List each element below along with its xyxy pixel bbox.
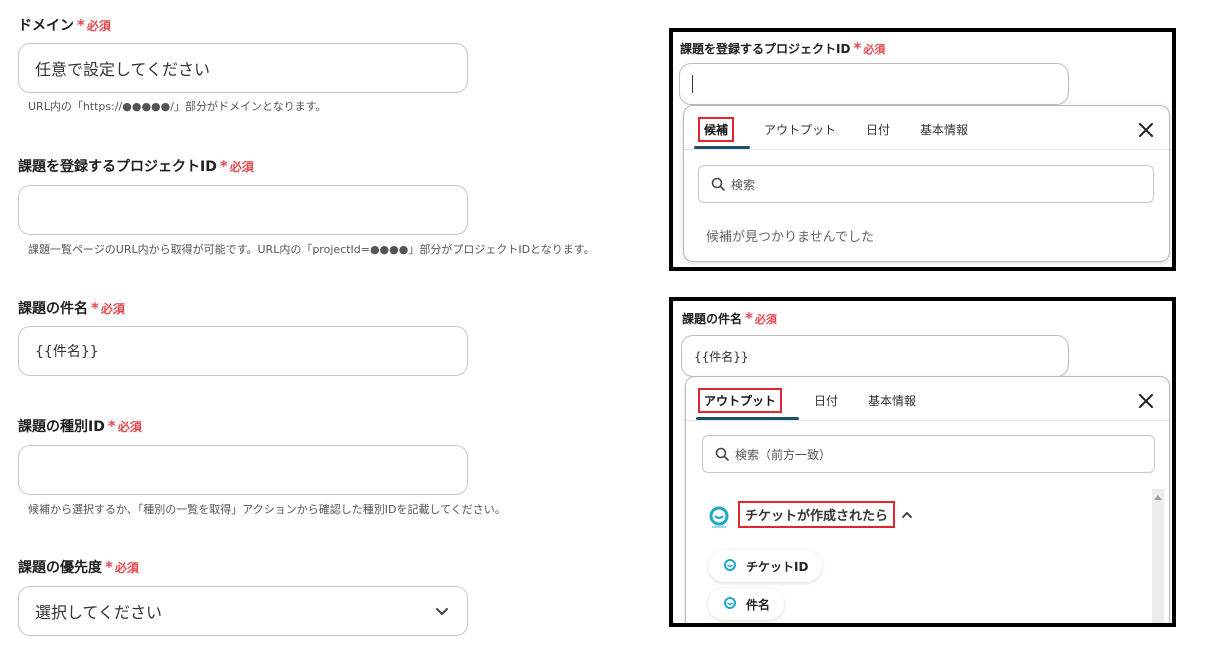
output-chip-subject[interactable]: 件名: [708, 588, 785, 620]
tab-basic-info[interactable]: 基本情報: [868, 392, 916, 409]
no-candidates-message: 候補が見つかりませんでした: [706, 230, 874, 245]
type-id-input[interactable]: [18, 445, 468, 495]
panel2-output-popup: アウトプット 日付 基本情報 検索（前方一致） チケットが作成されたら チケット…: [685, 376, 1170, 623]
domain-input-placeholder: 任意で設定してください: [35, 60, 211, 79]
trigger-name: チケットが作成されたら: [738, 501, 896, 528]
chat-plus-logo: [709, 506, 729, 528]
tab-date[interactable]: 日付: [814, 392, 838, 409]
project-id-input[interactable]: [18, 185, 468, 235]
required-badge: * 必須: [219, 157, 254, 175]
type-id-label: 課題の種別ID * 必須: [18, 416, 142, 436]
subject-label-text: 課題の件名: [18, 301, 88, 317]
output-chip-label: 件名: [746, 597, 771, 612]
scroll-up-arrow-icon[interactable]: [1154, 495, 1162, 500]
search-placeholder: 検索: [731, 177, 756, 192]
trigger-group-header[interactable]: チケットが作成されたら: [738, 501, 913, 528]
output-chip-ticket-id[interactable]: チケットID: [708, 550, 823, 582]
panel2-tab-bar: アウトプット 日付 基本情報: [686, 377, 1169, 421]
close-icon[interactable]: [1138, 122, 1154, 138]
output-chip-label: チケットID: [746, 559, 809, 574]
panel1-tab-bar: 候補 アウトプット 日付 基本情報: [684, 106, 1169, 150]
search-icon: [711, 177, 725, 191]
priority-selected-value: 選択してください: [35, 603, 163, 622]
subject-input[interactable]: {{件名}}: [18, 326, 468, 376]
scrollbar[interactable]: [1152, 489, 1164, 623]
project-id-dropdown-panel: 課題を登録するプロジェクトID * 必須 候補 アウトプット 日付 基本情報 検索 …: [669, 28, 1176, 271]
domain-input[interactable]: 任意で設定してください: [18, 43, 468, 93]
tab-output[interactable]: アウトプット: [764, 121, 836, 138]
domain-label-text: ドメイン: [18, 18, 74, 34]
panel1-project-id-input[interactable]: [679, 63, 1069, 105]
priority-label: 課題の優先度 * 必須: [18, 557, 139, 577]
tab-output[interactable]: アウトプット: [698, 388, 783, 413]
chat-plus-logo: [724, 597, 736, 609]
chevron-down-icon: [436, 608, 448, 615]
priority-select[interactable]: 選択してください: [18, 586, 468, 636]
domain-label: ドメイン * 必須: [18, 15, 111, 35]
text-caret: [692, 75, 693, 93]
project-id-help-text: 課題一覧ページのURL内から取得が可能です。URL内の「projectId=●●…: [28, 243, 595, 256]
panel2-subject-value: {{件名}}: [694, 349, 749, 364]
chat-plus-logo: [724, 559, 736, 571]
tab-date[interactable]: 日付: [866, 121, 890, 138]
search-placeholder: 検索（前方一致）: [735, 447, 832, 462]
required-badge: * 必須: [105, 558, 139, 576]
panel2-label: 課題の件名 * 必須: [682, 309, 777, 327]
domain-help-text: URL内の「https://●●●●●/」部分がドメインとなります。: [28, 100, 327, 113]
search-icon: [715, 447, 729, 461]
subject-input-value: {{件名}}: [35, 344, 99, 360]
required-badge: * 必須: [77, 16, 111, 34]
chevron-up-icon: [902, 511, 912, 518]
panel1-label: 課題を登録するプロジェクトID * 必須: [680, 39, 885, 57]
panel2-subject-input[interactable]: {{件名}}: [681, 335, 1069, 377]
panel1-label-text: 課題を登録するプロジェクトID: [680, 42, 851, 56]
required-badge: * 必須: [91, 299, 125, 317]
priority-label-text: 課題の優先度: [18, 560, 102, 576]
active-tab-underline: [694, 146, 750, 149]
project-id-label-text: 課題を登録するプロジェクトID: [18, 159, 217, 175]
tab-basic-info[interactable]: 基本情報: [920, 121, 968, 138]
panel2-label-text: 課題の件名: [682, 312, 743, 326]
required-badge: * 必須: [853, 39, 886, 57]
required-badge: * 必須: [745, 309, 777, 327]
panel2-search-input[interactable]: 検索（前方一致）: [702, 435, 1155, 473]
subject-label: 課題の件名 * 必須: [18, 298, 125, 318]
close-icon[interactable]: [1138, 393, 1154, 409]
subject-dropdown-panel: 課題の件名 * 必須 {{件名}} アウトプット 日付 基本情報 検索（前方一致）: [669, 297, 1176, 627]
panel1-search-input[interactable]: 検索: [698, 165, 1154, 203]
type-id-label-text: 課題の種別ID: [18, 419, 105, 435]
project-id-label: 課題を登録するプロジェクトID * 必須: [18, 156, 254, 176]
type-id-help-text: 候補から選択するか、「種別の一覧を取得」アクションから確認した種別IDを記載して…: [28, 503, 506, 516]
required-badge: * 必須: [107, 417, 142, 435]
tab-candidates[interactable]: 候補: [698, 117, 735, 142]
active-tab-underline: [696, 417, 799, 420]
panel1-suggestion-popup: 候補 アウトプット 日付 基本情報 検索 候補が見つかりませんでした: [683, 105, 1170, 262]
